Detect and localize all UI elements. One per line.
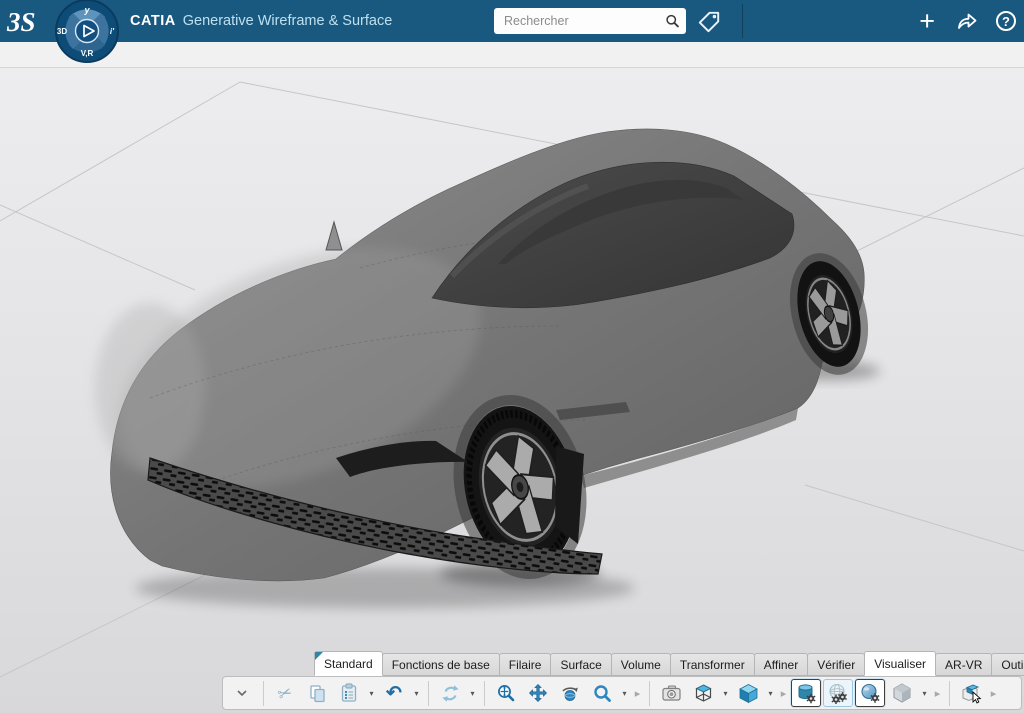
toolbar-divider — [949, 681, 950, 706]
app-subtitle: Generative Wireframe & Surface — [183, 13, 393, 29]
toolbar-divider — [649, 681, 650, 706]
application-window: 3S CATIA Generative Wireframe & Surface … — [0, 0, 1024, 713]
header-bar: 3S CATIA Generative Wireframe & Surface … — [0, 0, 1024, 42]
fender-highlight — [95, 303, 205, 473]
box-selection-button[interactable] — [956, 679, 986, 707]
main-toolbar: ✂ ↶ — [222, 676, 1022, 710]
toolbar-divider — [428, 681, 429, 706]
view-mode-dropdown[interactable] — [720, 679, 731, 707]
paste-button[interactable] — [334, 679, 364, 707]
polyhedron-icon — [891, 682, 913, 704]
view-cube-icon — [693, 683, 714, 704]
tab-verifier[interactable]: Vérifier — [807, 653, 865, 676]
tag-button[interactable] — [694, 8, 724, 35]
pan-arrows-icon — [528, 683, 548, 703]
tab-surface[interactable]: Surface — [550, 653, 611, 676]
help-button[interactable]: ? — [996, 11, 1016, 31]
subheader-bar — [0, 42, 1024, 68]
ground-line — [0, 205, 195, 290]
share-button[interactable] — [954, 9, 980, 33]
compass-north-label: y — [83, 5, 90, 15]
add-content-button[interactable]: + — [916, 8, 938, 35]
collapse-toolbar-button[interactable] — [227, 679, 257, 707]
toolbar-divider — [263, 681, 264, 706]
rotate-icon — [560, 683, 580, 703]
3d-viewport[interactable] — [0, 68, 1024, 713]
cylinder-gear-icon — [795, 682, 817, 704]
toggle-symbol-display[interactable] — [855, 679, 885, 707]
ground-line — [0, 82, 240, 221]
search-input[interactable] — [504, 14, 665, 28]
toggle-geometry-display[interactable] — [791, 679, 821, 707]
shaded-cube-icon — [738, 683, 759, 704]
tab-visualiser[interactable]: Visualiser — [864, 651, 936, 676]
fit-all-magnifier-icon — [496, 683, 516, 703]
pan-button[interactable] — [523, 679, 553, 707]
share-icon — [954, 9, 980, 33]
screenshot-button[interactable] — [656, 679, 686, 707]
compass-west-label: 3D — [57, 27, 67, 36]
left-mirror-fin — [326, 222, 342, 250]
help-icon: ? — [1002, 14, 1010, 29]
toggle-mesh-display[interactable] — [823, 679, 853, 707]
zoom-button[interactable] — [587, 679, 617, 707]
copy-icon — [308, 684, 327, 703]
car-model[interactable] — [85, 129, 880, 608]
copy-button[interactable] — [302, 679, 332, 707]
more-style-commands[interactable] — [932, 679, 943, 707]
update-dropdown[interactable] — [467, 679, 478, 707]
paste-icon — [339, 683, 359, 703]
3ds-logo[interactable]: 3S — [6, 3, 50, 39]
zoom-magnifier-icon — [593, 684, 612, 703]
svg-text:3S: 3S — [6, 7, 36, 37]
tab-outils[interactable]: Outils — [991, 653, 1024, 676]
tag-icon — [696, 9, 722, 35]
tab-fonctions-de-base[interactable]: Fonctions de base — [382, 653, 500, 676]
render-style-dropdown[interactable] — [919, 679, 930, 707]
globe-gears-icon — [827, 682, 849, 704]
3dexperience-compass[interactable]: y 3D i′ V,R — [50, 0, 124, 68]
compass-south-label: V,R — [81, 49, 94, 58]
undo-dropdown[interactable] — [411, 679, 422, 707]
render-style-button[interactable] — [887, 679, 917, 707]
rotate-button[interactable] — [555, 679, 585, 707]
fit-all-in-button[interactable] — [491, 679, 521, 707]
tab-standard[interactable]: Standard — [314, 651, 383, 676]
camera-icon — [661, 683, 682, 703]
cut-button[interactable]: ✂ — [270, 679, 300, 707]
more-display-commands[interactable] — [778, 679, 789, 707]
app-name: CATIA — [130, 13, 176, 29]
more-selection-commands[interactable] — [988, 679, 999, 707]
zoom-dropdown[interactable] — [619, 679, 630, 707]
tab-transformer[interactable]: Transformer — [670, 653, 755, 676]
ground-line — [805, 485, 1024, 551]
update-arrows-icon — [441, 684, 460, 703]
app-title: CATIA Generative Wireframe & Surface — [130, 0, 392, 42]
tab-volume[interactable]: Volume — [611, 653, 671, 676]
search-box[interactable] — [494, 8, 686, 34]
shaded-view-dropdown[interactable] — [765, 679, 776, 707]
toolbar-divider — [484, 681, 485, 706]
view-mode-button[interactable] — [688, 679, 718, 707]
search-icon[interactable] — [665, 12, 680, 30]
scissors-icon: ✂ — [275, 683, 294, 704]
more-view-commands[interactable] — [632, 679, 643, 707]
undo-arrow-icon: ↶ — [386, 684, 402, 703]
update-button[interactable] — [435, 679, 465, 707]
tab-ar-vr[interactable]: AR-VR — [935, 653, 992, 676]
sphere-gear-icon — [859, 682, 881, 704]
box-cursor-icon — [959, 681, 983, 705]
shaded-view-button[interactable] — [733, 679, 763, 707]
paste-dropdown[interactable] — [366, 679, 377, 707]
tab-affiner[interactable]: Affiner — [754, 653, 808, 676]
tab-filaire[interactable]: Filaire — [499, 653, 552, 676]
ribbon-tabs: StandardFonctions de baseFilaireSurfaceV… — [315, 651, 1024, 676]
compass-play-button[interactable] — [76, 20, 99, 43]
undo-button[interactable]: ↶ — [379, 679, 409, 707]
header-divider — [742, 4, 743, 38]
chevron-down-icon — [236, 689, 248, 697]
